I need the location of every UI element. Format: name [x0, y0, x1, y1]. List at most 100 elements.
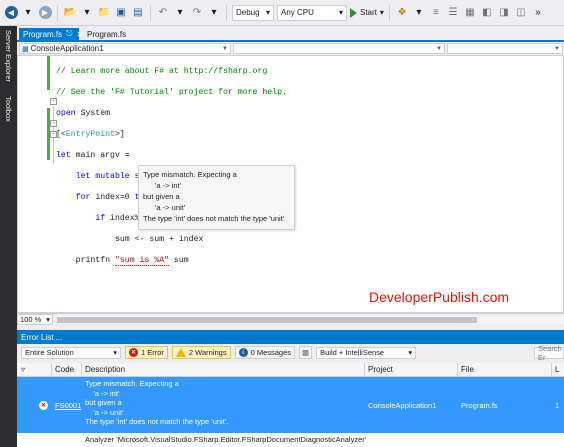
save-button[interactable]: ▣ — [114, 4, 128, 22]
error-list-search[interactable]: Search Er — [534, 344, 564, 362]
save-icon: ▣ — [116, 7, 126, 18]
redo-dropdown-icon[interactable]: ▾ — [207, 4, 221, 22]
back-button[interactable]: ◀ — [4, 4, 18, 22]
project-scope-select[interactable]: ▩ ConsoleApplication1 ▼ — [19, 43, 231, 54]
error-file: Program.fs — [461, 401, 498, 410]
col-description-header[interactable]: Description — [85, 365, 125, 374]
build-source-select[interactable]: Build + IntelliSense ▾ — [316, 346, 417, 359]
error-list-title[interactable]: Error List ... — [17, 330, 564, 344]
configuration-select[interactable]: Debug ▾ — [232, 4, 274, 21]
undo-dropdown-icon[interactable]: ▾ — [173, 4, 187, 22]
redo-button[interactable]: ↷ — [190, 4, 204, 22]
column-divider[interactable] — [364, 363, 365, 377]
comment-button[interactable]: ☰ — [446, 4, 460, 22]
toolbar-separator — [150, 4, 151, 21]
browser-link-button[interactable]: ❖ — [395, 4, 409, 22]
table-row[interactable]: Analyzer 'Microsoft.VisualStudio.FSharp.… — [17, 433, 564, 447]
bookmark-next-button[interactable]: ◨ — [497, 4, 511, 22]
chevron-down-icon: ▾ — [408, 348, 413, 357]
start-button[interactable]: Start ▾ — [350, 7, 384, 18]
column-divider[interactable] — [551, 363, 552, 377]
platform-value: Any CPU — [281, 8, 314, 17]
column-divider[interactable] — [457, 363, 458, 377]
editor-status-bar: 100 % ▾ — [17, 313, 564, 325]
code-line: open System — [56, 109, 287, 120]
server-explorer-tab[interactable]: Server Explorer — [0, 28, 17, 90]
chevron-down-icon: ▼ — [436, 45, 442, 52]
chevron-down-icon: ▾ — [379, 8, 384, 17]
col-icon-header[interactable]: ▿ — [21, 365, 25, 374]
tab-label: Program.fs — [87, 29, 127, 39]
code-text: [< — [56, 129, 66, 139]
open-file-button[interactable]: 📁 — [97, 4, 111, 22]
code-text: printfn — [56, 255, 115, 265]
col-file-header[interactable]: File — [461, 365, 474, 374]
forward-button[interactable]: ▶ — [38, 4, 52, 22]
chevron-down-icon: ▾ — [265, 8, 270, 17]
folder-icon: 📁 — [97, 7, 111, 18]
new-project-icon: 📂 — [63, 7, 77, 18]
error-project: ConsoleApplication1 — [368, 401, 437, 410]
build-filter-toggle[interactable]: ▩ — [299, 346, 313, 359]
change-marker — [47, 56, 50, 90]
code-text: sum — [169, 255, 189, 265]
warnings-filter-button[interactable]: 2 Warnings — [171, 346, 231, 359]
scope-value: Entire Solution — [25, 348, 74, 357]
undo-button[interactable]: ↶ — [156, 4, 170, 22]
messages-filter-button[interactable]: i 0 Messages — [234, 346, 296, 359]
navigation-bar: ▩ ConsoleApplication1 ▼ ▼ ▼ — [17, 42, 564, 55]
member-scope-select[interactable]: ▼ — [447, 43, 563, 54]
forward-arrow-icon: ▶ — [38, 6, 52, 19]
pin-icon[interactable]: ⎋ — [66, 29, 72, 39]
new-project-dropdown-icon[interactable]: ▾ — [80, 4, 94, 22]
scrollbar-thumb[interactable] — [57, 316, 477, 323]
code-line: // See the 'F# Tutorial' project for mor… — [56, 87, 287, 97]
row-description: Analyzer 'Microsoft.VisualStudio.FSharp.… — [85, 435, 367, 444]
start-label: Start — [360, 8, 377, 17]
browser-link-dropdown-icon[interactable]: ▾ — [412, 4, 426, 22]
tab-program-fs-2[interactable]: Program.fs — [83, 28, 133, 40]
platform-select[interactable]: Any CPU ▾ — [277, 4, 347, 21]
errors-filter-button[interactable]: ✕ 1 Error — [125, 346, 168, 359]
toolbox-tab[interactable]: Toolbox — [0, 94, 17, 134]
kw-if: if — [95, 213, 106, 223]
zoom-select[interactable]: 100 % ▾ — [17, 314, 53, 325]
tab-program-fs[interactable]: Program.fs ⎋ ✕ — [19, 28, 83, 40]
chevron-down-icon: ▾ — [113, 348, 117, 357]
chevron-down-icon: ▼ — [554, 45, 560, 52]
error-code-link[interactable]: FS0001 — [55, 401, 81, 410]
table-row[interactable]: ✕ FS0001 Type mismatch. Expecting a 'a -… — [17, 377, 564, 433]
scope-select[interactable]: Entire Solution ▾ — [21, 346, 121, 359]
code-line: // Learn more about F# at http://fsharp.… — [56, 66, 268, 76]
error-list-header: ▿ Code Description Project File L — [17, 363, 564, 377]
comment-icon: ☰ — [448, 7, 458, 18]
code-text: System — [75, 108, 111, 118]
col-project-header[interactable]: Project — [368, 365, 393, 374]
kw-let: let — [56, 150, 71, 160]
bookmark-button[interactable]: ▦ — [463, 4, 477, 22]
column-divider[interactable] — [81, 363, 82, 377]
watermark: DeveloperPublish.com — [369, 289, 510, 305]
code-text: sum <- sum + index — [56, 234, 204, 244]
col-code-header[interactable]: Code — [55, 365, 74, 374]
new-project-button[interactable]: 📂 — [63, 4, 77, 22]
bookmark-clear-button[interactable]: ◫ — [514, 4, 528, 22]
find-button[interactable]: ≡ — [429, 4, 443, 22]
toolbar-overflow-icon[interactable]: » — [531, 4, 545, 22]
bookmark-prev-button[interactable]: ◧ — [480, 4, 494, 22]
type-scope-select[interactable]: ▼ — [233, 43, 445, 54]
column-divider[interactable] — [51, 363, 52, 377]
horizontal-scrollbar[interactable] — [57, 315, 564, 324]
back-dropdown-icon[interactable]: ▾ — [21, 4, 35, 22]
tab-label: Program.fs — [23, 29, 63, 39]
save-all-button[interactable]: ▤ — [131, 4, 145, 22]
col-line-header[interactable]: L — [555, 365, 559, 374]
tooltip-line: 'a -> int' — [155, 181, 182, 190]
code-text: index=0 — [90, 192, 135, 202]
find-icon: ≡ — [433, 7, 439, 18]
chevron-down-icon: ▾ — [338, 8, 343, 17]
document-tabs: Program.fs ⎋ ✕ Program.fs — [17, 26, 564, 40]
error-squiggle-string[interactable]: "sum is %A" — [114, 255, 170, 266]
